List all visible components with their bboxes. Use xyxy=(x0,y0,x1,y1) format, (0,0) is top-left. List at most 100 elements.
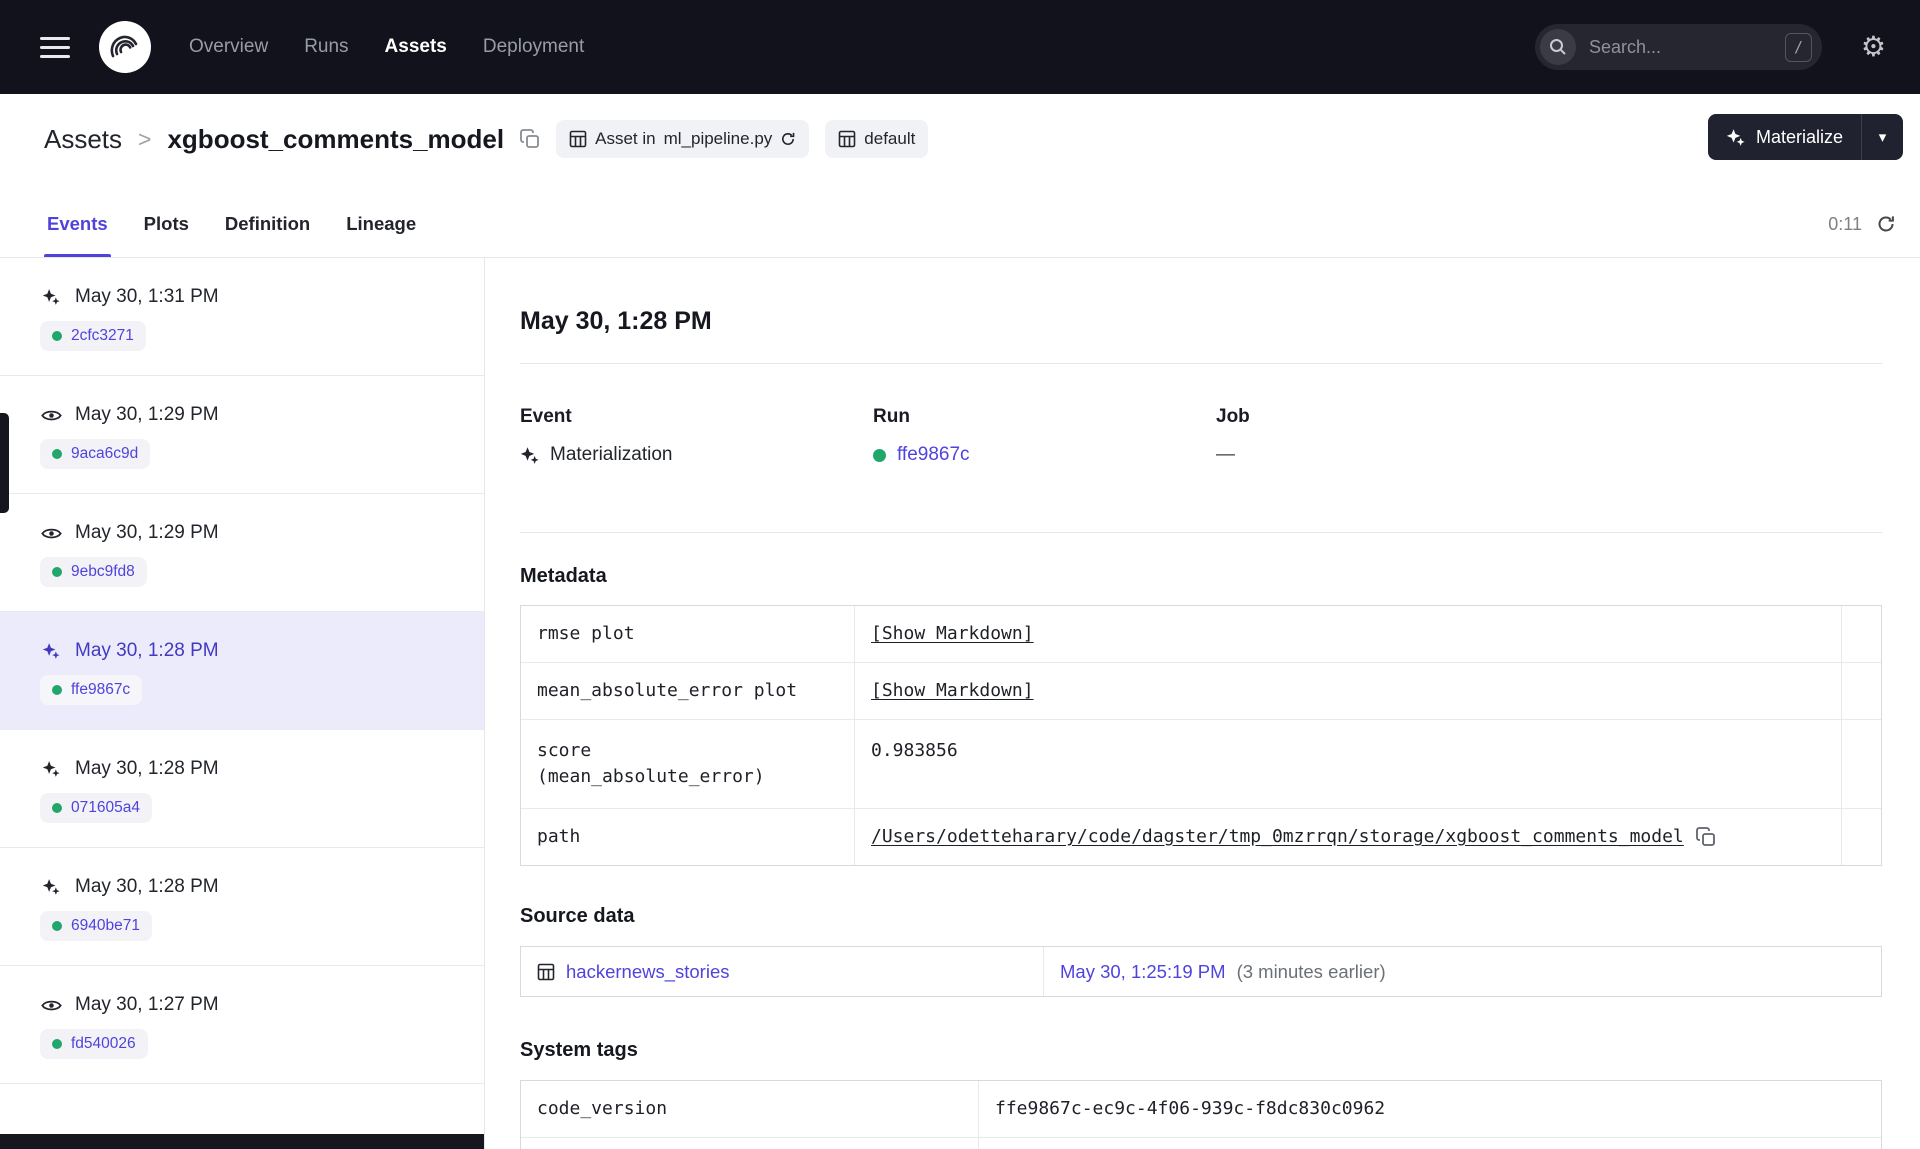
status-dot xyxy=(52,685,62,695)
page-header: Assets > xgboost_comments_model Asset in… xyxy=(0,94,1920,258)
top-nav: Overview Runs Assets Deployment Search..… xyxy=(0,0,1920,94)
tag-value: ffe9867c-ec9c-4f06-939c-f8dc830c0962 xyxy=(979,1081,1881,1138)
materialize-label: Materialize xyxy=(1755,126,1843,147)
run-id-link[interactable]: 6940be71 xyxy=(71,917,140,935)
primary-nav: Overview Runs Assets Deployment xyxy=(189,36,584,58)
search-shortcut-badge: / xyxy=(1785,32,1812,62)
copy-asset-name-icon[interactable] xyxy=(520,129,540,149)
sparkle-icon xyxy=(1726,128,1745,147)
table-row-partial xyxy=(521,1138,979,1149)
nav-deployment[interactable]: Deployment xyxy=(483,36,584,58)
settings-gear-icon[interactable]: ⚙ xyxy=(1861,33,1886,61)
show-markdown-link[interactable]: [Show Markdown] xyxy=(871,678,1034,704)
source-data-table: hackernews_stories May 30, 1:25:19 PM (3… xyxy=(520,946,1882,997)
detail-title: May 30, 1:28 PM xyxy=(520,307,712,335)
status-dot xyxy=(52,567,62,577)
run-id-link[interactable]: 071605a4 xyxy=(71,799,140,817)
event-list: May 30, 1:31 PM 2cfc3271 May 30, 1:29 PM… xyxy=(0,258,485,1149)
run-id-pill[interactable]: 6940be71 xyxy=(40,911,152,941)
metadata-table: rmse plot [Show Markdown] mean_absolute_… xyxy=(520,605,1882,866)
event-list-item[interactable]: May 30, 1:28 PM 071605a4 xyxy=(0,730,484,848)
metadata-key: score (mean_absolute_error) xyxy=(521,720,855,809)
asset-file-link[interactable]: ml_pipeline.py xyxy=(664,129,773,149)
sidebar-vertical-scrollbar[interactable] xyxy=(0,413,9,513)
asset-location-prefix: Asset in xyxy=(595,129,656,148)
system-tags-table: code_version ffe9867c-ec9c-4f06-939c-f8d… xyxy=(520,1080,1882,1149)
table-icon xyxy=(569,130,587,148)
nav-assets[interactable]: Assets xyxy=(385,36,447,58)
tab-bar: Events Plots Definition Lineage xyxy=(44,191,419,257)
run-id-link[interactable]: fd540026 xyxy=(71,1035,136,1053)
show-markdown-link[interactable]: [Show Markdown] xyxy=(871,621,1034,647)
nav-overview[interactable]: Overview xyxy=(189,36,268,58)
tab-plots[interactable]: Plots xyxy=(141,191,192,257)
asset-group-label: default xyxy=(864,129,916,148)
event-list-item[interactable]: May 30, 1:29 PM 9ebc9fd8 xyxy=(0,494,484,612)
tab-definition[interactable]: Definition xyxy=(222,191,313,257)
job-value: — xyxy=(1216,444,1235,465)
metadata-key: path xyxy=(521,809,855,865)
event-timestamp: May 30, 1:29 PM xyxy=(75,522,219,543)
run-id-pill[interactable]: 071605a4 xyxy=(40,793,152,823)
run-id-link[interactable]: 9ebc9fd8 xyxy=(71,563,135,581)
dagster-logo-icon[interactable] xyxy=(98,20,152,74)
metadata-key: rmse plot xyxy=(521,606,855,663)
event-label: Event xyxy=(520,406,572,427)
event-list-item[interactable]: May 30, 1:29 PM 9aca6c9d xyxy=(0,376,484,494)
source-asset-link[interactable]: hackernews_stories xyxy=(566,961,730,983)
run-id-pill[interactable]: 9ebc9fd8 xyxy=(40,557,147,587)
breadcrumb: Assets > xgboost_comments_model Asset in… xyxy=(0,94,1920,158)
status-dot xyxy=(52,1039,62,1049)
breadcrumb-separator: > xyxy=(138,125,152,152)
search-input[interactable]: Search... / xyxy=(1535,24,1822,70)
sidebar-horizontal-scrollbar[interactable] xyxy=(0,1134,484,1149)
table-action-cell xyxy=(1842,720,1881,809)
status-dot xyxy=(52,331,62,341)
event-timestamp: May 30, 1:27 PM xyxy=(75,994,219,1015)
event-list-item[interactable]: May 30, 1:27 PM fd540026 xyxy=(0,966,484,1084)
source-asset-cell: hackernews_stories xyxy=(521,947,1044,996)
run-link[interactable]: ffe9867c xyxy=(897,444,970,466)
event-timestamp: May 30, 1:28 PM xyxy=(75,640,219,661)
refresh-icon[interactable] xyxy=(1876,214,1896,234)
materialize-caret-button[interactable]: ▾ xyxy=(1861,114,1903,160)
breadcrumb-assets[interactable]: Assets xyxy=(44,124,122,155)
caret-down-icon: ▾ xyxy=(1878,128,1887,146)
nav-runs[interactable]: Runs xyxy=(304,36,348,58)
asset-location-tag[interactable]: Asset in ml_pipeline.py xyxy=(556,120,810,158)
page-title: xgboost_comments_model xyxy=(167,123,505,154)
event-list-item-selected[interactable]: May 30, 1:28 PM ffe9867c xyxy=(0,612,484,730)
asset-group-tag[interactable]: default xyxy=(825,120,929,158)
sparkle-icon xyxy=(520,446,539,465)
path-link[interactable]: /Users/odetteharary/code/dagster/tmp_0mz… xyxy=(871,824,1684,850)
event-summary: Event Materialization Run ffe9867c Job — xyxy=(520,405,1882,468)
run-id-link[interactable]: 9aca6c9d xyxy=(71,445,138,463)
run-id-link[interactable]: 2cfc3271 xyxy=(71,327,134,345)
run-id-pill[interactable]: 2cfc3271 xyxy=(40,321,146,351)
metadata-value: [Show Markdown] xyxy=(855,606,1842,663)
copy-path-icon[interactable] xyxy=(1695,827,1716,847)
menu-icon[interactable] xyxy=(40,31,70,64)
run-id-pill[interactable]: fd540026 xyxy=(40,1029,148,1059)
event-list-item[interactable]: May 30, 1:28 PM 6940be71 xyxy=(0,848,484,966)
source-time-cell: May 30, 1:25:19 PM (3 minutes earlier) xyxy=(1044,947,1881,996)
section-title-source-data: Source data xyxy=(520,905,635,927)
tab-events[interactable]: Events xyxy=(44,191,111,257)
divider xyxy=(520,532,1882,533)
run-id-pill[interactable]: 9aca6c9d xyxy=(40,439,151,469)
reload-code-location-icon[interactable] xyxy=(780,131,796,147)
refresh-countdown: 0:11 xyxy=(1828,191,1896,257)
run-label: Run xyxy=(873,406,910,427)
materialize-button[interactable]: Materialize xyxy=(1708,114,1861,160)
eye-icon xyxy=(40,408,62,423)
source-timestamp-link[interactable]: May 30, 1:25:19 PM xyxy=(1060,961,1226,983)
event-type-value: Materialization xyxy=(550,444,673,465)
run-id-link[interactable]: ffe9867c xyxy=(71,681,130,699)
event-list-item[interactable]: May 30, 1:31 PM 2cfc3271 xyxy=(0,258,484,376)
metadata-value: /Users/odetteharary/code/dagster/tmp_0mz… xyxy=(855,809,1842,865)
table-icon xyxy=(537,963,555,981)
divider xyxy=(520,363,1882,364)
search-placeholder: Search... xyxy=(1589,36,1662,57)
run-id-pill[interactable]: ffe9867c xyxy=(40,675,143,705)
tab-lineage[interactable]: Lineage xyxy=(343,191,419,257)
